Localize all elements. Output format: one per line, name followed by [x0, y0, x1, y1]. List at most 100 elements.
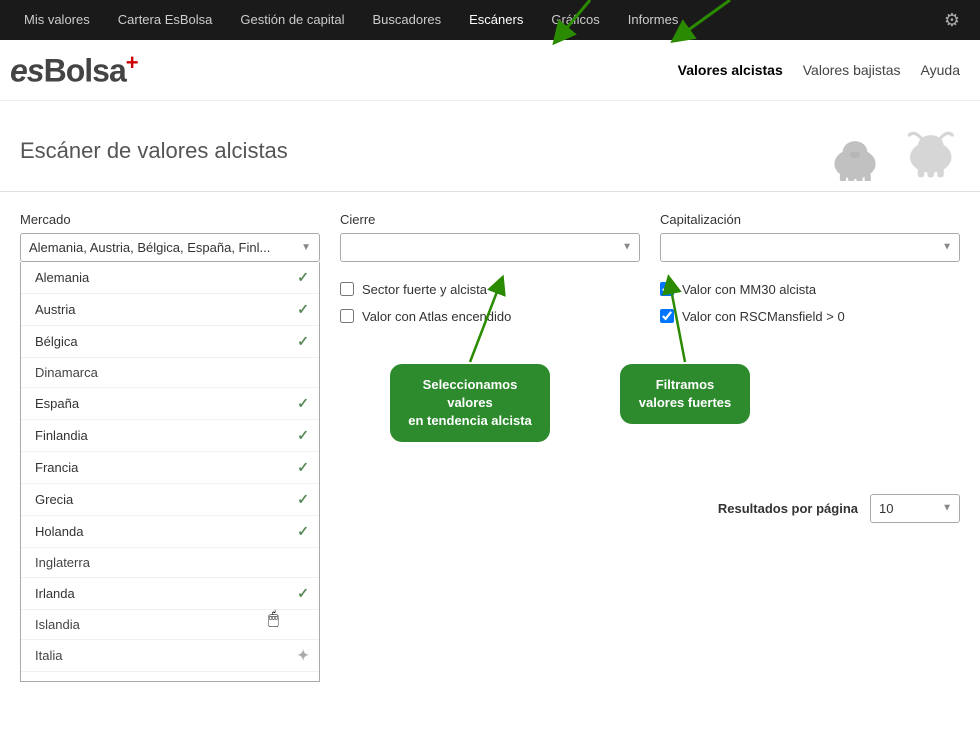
nav-informes[interactable]: Informes [614, 0, 693, 40]
country-name: Holanda [35, 524, 83, 539]
mercado-dropdown-arrow: ▼ [301, 242, 311, 253]
mercado-dropdown-list[interactable]: Alemania ✓ Austria ✓ Bélgica ✓ Dinamarca España… [20, 262, 320, 682]
country-item-francia[interactable]: Francia ✓ [21, 452, 319, 484]
valor-mm30-item: Valor con MM30 alcista [660, 282, 960, 297]
valor-atlas-label[interactable]: Valor con Atlas encendido [362, 309, 511, 324]
annotation-area: Seleccionamos valoresen tendencia alcist… [340, 344, 960, 484]
country-item-noruega[interactable]: Noruega [21, 672, 319, 682]
checkbox-section: Sector fuerte y alcista Valor con MM30 a… [340, 282, 960, 324]
country-name: Finlandia [35, 428, 88, 443]
bubble-select-trend: Seleccionamos valoresen tendencia alcist… [390, 364, 550, 443]
country-name: Bélgica [35, 334, 78, 349]
logo-plus: + [126, 50, 138, 75]
valor-mm30-label[interactable]: Valor con MM30 alcista [682, 282, 816, 297]
bubble-filter-text: Filtramosvalores fuertes [639, 377, 732, 410]
capitalizacion-label: Capitalización [660, 212, 960, 227]
country-name: España [35, 396, 79, 411]
country-name: Islandia [35, 617, 80, 632]
top-navigation: Mis valores Cartera EsBolsa Gestión de c… [0, 0, 980, 40]
country-item-dinamarca[interactable]: Dinamarca [21, 358, 319, 388]
valor-rsc-checkbox[interactable] [660, 309, 674, 323]
country-check: ✓ [297, 333, 309, 350]
country-check: ✓ [297, 459, 309, 476]
results-row: Resultados por página 10 20 50 100 [340, 494, 960, 523]
country-name: Grecia [35, 492, 73, 507]
mercado-label: Mercado [20, 212, 320, 227]
country-name: Dinamarca [35, 365, 98, 380]
capitalizacion-group: Capitalización [660, 212, 960, 262]
capitalizacion-select[interactable] [660, 233, 960, 262]
mercado-selected-text: Alemania, Austria, Bélgica, España, Finl… [29, 240, 270, 255]
country-name: Noruega [35, 679, 85, 682]
logo-es: es [10, 53, 44, 89]
nav-mis-valores[interactable]: Mis valores [10, 0, 104, 40]
page-title-area: Escáner de valores alcistas [0, 101, 980, 192]
mercado-multiselect[interactable]: Alemania, Austria, Bélgica, España, Finl… [20, 233, 320, 262]
country-check: ✓ [297, 427, 309, 444]
country-name: Austria [35, 302, 75, 317]
country-check: ✓ [297, 301, 309, 318]
site-logo[interactable]: esBolsa+ [10, 50, 138, 90]
logo-bolsa: Bolsa [44, 53, 126, 89]
mercado-panel: Mercado Alemania, Austria, Bélgica, Espa… [20, 212, 320, 682]
country-name: Italia [35, 648, 62, 663]
sector-fuerte-label[interactable]: Sector fuerte y alcista [362, 282, 487, 297]
header-link-bajistas[interactable]: Valores bajistas [803, 62, 901, 78]
bubble-arrows [340, 344, 960, 484]
header-link-alcistas[interactable]: Valores alcistas [678, 62, 783, 78]
nav-escaners[interactable]: Escáners [455, 0, 537, 40]
bubble-select-text: Seleccionamos valoresen tendencia alcist… [408, 377, 532, 428]
country-check: ✓ [297, 269, 309, 286]
filter-row-top: Cierre Capitalización [340, 212, 960, 262]
country-item-inglaterra[interactable]: Inglaterra [21, 548, 319, 578]
bear-icon [820, 126, 890, 181]
page-title: Escáner de valores alcistas [20, 138, 288, 164]
country-name: Inglaterra [35, 555, 90, 570]
country-item-islandia[interactable]: Islandia [21, 610, 319, 640]
header-links: Valores alcistas Valores bajistas Ayuda [678, 62, 960, 78]
sector-fuerte-checkbox[interactable] [340, 282, 354, 296]
country-name: Irlanda [35, 586, 75, 601]
country-check: ✓ [297, 523, 309, 540]
country-item-austria[interactable]: Austria ✓ [21, 294, 319, 326]
cierre-group: Cierre [340, 212, 640, 262]
site-header: esBolsa+ Valores alcistas Valores bajist… [0, 40, 980, 101]
nav-gestion[interactable]: Gestión de capital [226, 0, 358, 40]
country-check: ✦ [297, 647, 309, 664]
filters-panel: Cierre Capitalización Sec [340, 212, 960, 682]
main-content: Mercado Alemania, Austria, Bélgica, Espa… [0, 192, 980, 702]
country-item-holanda[interactable]: Holanda ✓ [21, 516, 319, 548]
sector-fuerte-item: Sector fuerte y alcista [340, 282, 640, 297]
valor-atlas-item: Valor con Atlas encendido [340, 309, 640, 324]
settings-icon[interactable]: ⚙ [934, 10, 970, 31]
bubble-filter-strong: Filtramosvalores fuertes [620, 364, 750, 424]
country-name: Francia [35, 460, 78, 475]
valor-mm30-checkbox[interactable] [660, 282, 674, 296]
cierre-select-wrapper [340, 233, 640, 262]
country-item-alemania[interactable]: Alemania ✓ [21, 262, 319, 294]
nav-graficos[interactable]: Gráficos [537, 0, 613, 40]
valor-rsc-item: Valor con RSCMansfield > 0 [660, 309, 960, 324]
country-item-españa[interactable]: España✓ [21, 388, 319, 420]
nav-buscadores[interactable]: Buscadores [358, 0, 455, 40]
country-item-grecia[interactable]: Grecia ✓ [21, 484, 319, 516]
cierre-label: Cierre [340, 212, 640, 227]
country-item-irlanda[interactable]: Irlanda ✓ [21, 578, 319, 610]
country-check: ✓ [297, 491, 309, 508]
country-item-bélgica[interactable]: Bélgica ✓ [21, 326, 319, 358]
cierre-select[interactable] [340, 233, 640, 262]
results-per-page-select[interactable]: 10 20 50 100 [870, 494, 960, 523]
valor-rsc-label[interactable]: Valor con RSCMansfield > 0 [682, 309, 845, 324]
capitalizacion-select-wrapper [660, 233, 960, 262]
nav-cartera[interactable]: Cartera EsBolsa [104, 0, 227, 40]
animals-decoration [820, 121, 960, 181]
bull-icon [895, 121, 960, 181]
valor-atlas-checkbox[interactable] [340, 309, 354, 323]
country-name: Alemania [35, 270, 89, 285]
country-check: ✓ [297, 585, 309, 602]
country-item-finlandia[interactable]: Finlandia ✓ [21, 420, 319, 452]
results-select-wrapper: 10 20 50 100 [870, 494, 960, 523]
country-item-italia[interactable]: Italia ✦ [21, 640, 319, 672]
results-label: Resultados por página [718, 501, 858, 516]
header-link-ayuda[interactable]: Ayuda [921, 62, 960, 78]
